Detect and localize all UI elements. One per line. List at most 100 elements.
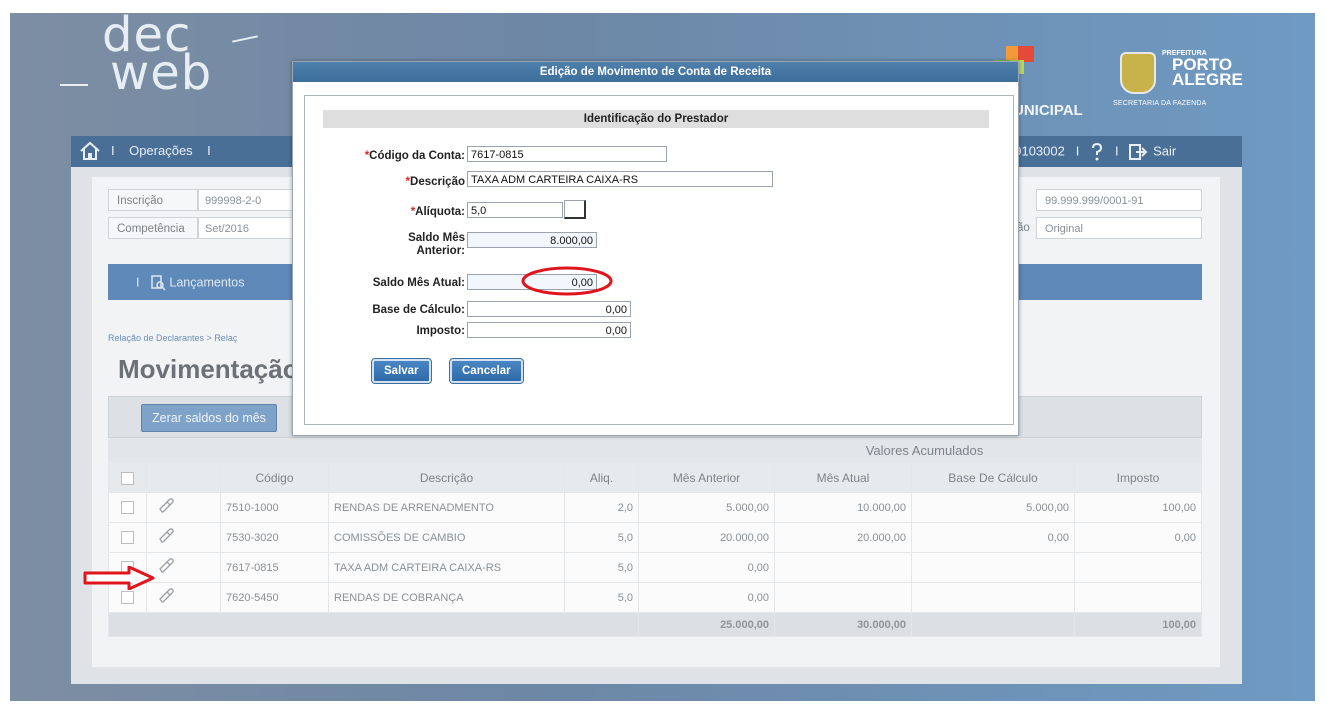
lancamentos-label: Lançamentos [169, 275, 245, 290]
help-icon[interactable] [1090, 143, 1104, 161]
edit-cell [146, 582, 221, 613]
red-circle-annotation [521, 266, 613, 296]
row-check-cell [108, 522, 147, 553]
cell-anterior: 20.000,00 [638, 522, 775, 553]
row-check-cell [108, 492, 147, 523]
edit-header [146, 462, 221, 493]
imposto-label: Imposto: [335, 325, 465, 337]
salvar-button[interactable]: Salvar [371, 358, 432, 384]
cell-imposto: 100,00 [1074, 492, 1202, 523]
breadcrumb[interactable]: Relação de Declarantes > Relaç [108, 333, 237, 343]
versao-label: ão [1017, 222, 1030, 234]
total-anterior: 25.000,00 [638, 612, 775, 637]
cell-base [911, 552, 1075, 583]
dialog-form-box: Identificação do Prestador *Código da Co… [304, 95, 1014, 425]
codigo-conta-label: *Código da Conta: [335, 150, 465, 162]
row-checkbox[interactable] [121, 591, 134, 604]
header-spacer [1074, 438, 1202, 463]
edit-icon[interactable] [157, 587, 175, 605]
cell-atual: 10.000,00 [774, 492, 912, 523]
search-document-icon [151, 275, 166, 291]
table-row: 7620-5450 RENDAS DE COBRANÇA 5,0 0,00 [108, 582, 1202, 613]
nav-right: 59103002 I I Sair [1007, 143, 1176, 161]
descricao-input[interactable]: TAXA ADM CARTEIRA CAIXA-RS [467, 171, 773, 187]
saldo-anterior-label-1: Saldo Mês [408, 232, 465, 244]
edit-cell [146, 492, 221, 523]
edit-icon[interactable] [157, 497, 175, 515]
cancelar-button[interactable]: Cancelar [449, 358, 524, 384]
edit-icon[interactable] [157, 557, 175, 575]
edit-cell [146, 522, 221, 553]
cell-imposto [1074, 582, 1202, 613]
cell-descricao: RENDAS DE COBRANÇA [328, 582, 565, 613]
inscricao-label: Inscrição [108, 189, 198, 211]
versao-value: Original [1036, 217, 1202, 239]
nav-separator: I [111, 143, 115, 158]
table-row: 7530-3020 COMISSÕES DE CAMBIO 5,0 20.000… [108, 522, 1202, 553]
base-calculo-label-text: Base de Cálculo: [372, 304, 465, 316]
competencia-label: Competência [108, 217, 198, 239]
alegre-word: ALEGRE [1172, 70, 1243, 89]
table-row: 7617-0815 TAXA ADM CARTEIRA CAIXA-RS 5,0… [108, 552, 1202, 583]
logout-icon[interactable] [1129, 143, 1149, 161]
cell-imposto [1074, 552, 1202, 583]
lancamentos-menu[interactable]: I Lançamentos [136, 275, 244, 291]
imposto-input[interactable]: 0,00 [467, 322, 631, 338]
menu-operacoes[interactable]: I Operações I [111, 143, 211, 158]
col-mes-atual[interactable]: Mês Atual [774, 462, 912, 493]
porto-alegre-logo: PREFEITURA PORTO ALEGRE SECRETARIA DA FA… [1113, 50, 1243, 122]
saldo-anterior-label: Saldo Mês Anterior: [335, 232, 465, 258]
cell-aliq: 5,0 [564, 552, 639, 583]
municipal-title: UNICIPAL [1013, 102, 1083, 119]
descricao-label: *Descrição [335, 176, 465, 188]
select-all-checkbox[interactable] [121, 471, 134, 485]
home-icon[interactable] [79, 140, 101, 162]
cell-anterior: 5.000,00 [638, 492, 775, 523]
codigo-conta-label-text: Código da Conta: [369, 150, 465, 162]
movimentacao-table: Valores Acumulados Código Descrição Aliq… [108, 438, 1202, 637]
cell-atual [774, 582, 912, 613]
cell-aliq: 2,0 [564, 492, 639, 523]
cell-base: 0,00 [911, 522, 1075, 553]
edicao-movimento-dialog: Edição de Movimento de Conta de Receita … [292, 61, 1019, 436]
logo-dash [60, 84, 88, 86]
base-calculo-label: Base de Cálculo: [335, 304, 465, 316]
secretaria-text: SECRETARIA DA FAZENDA [1113, 100, 1207, 107]
nav-separator: I [136, 275, 140, 290]
saldo-atual-label-text: Saldo Mês Atual: [372, 277, 465, 289]
dialog-title[interactable]: Edição de Movimento de Conta de Receita [293, 62, 1018, 82]
saldo-anterior-input[interactable]: 8.000,00 [467, 232, 597, 248]
base-calculo-input[interactable]: 0,00 [467, 301, 631, 317]
section-header: Identificação do Prestador [323, 110, 989, 128]
row-checkbox[interactable] [121, 501, 134, 514]
cell-atual: 20.000,00 [774, 522, 912, 553]
cell-atual [774, 552, 912, 583]
cell-descricao: TAXA ADM CARTEIRA CAIXA-RS [328, 552, 565, 583]
col-codigo[interactable]: Código [220, 462, 329, 493]
zerar-saldos-button[interactable]: Zerar saldos do mês [141, 404, 277, 432]
aliquota-input[interactable]: 5,0 [467, 202, 563, 218]
cell-codigo: 7510-1000 [220, 492, 329, 523]
header-spacer [108, 438, 775, 463]
cell-descricao: COMISSÕES DE CAMBIO [328, 522, 565, 553]
cnpj-value: 99.999.999/0001-91 [1036, 189, 1202, 211]
row-checkbox[interactable] [121, 531, 134, 544]
col-base-calculo[interactable]: Base De Cálculo [911, 462, 1075, 493]
valores-acumulados-header: Valores Acumulados [774, 438, 1075, 463]
cell-base: 5.000,00 [911, 492, 1075, 523]
aliquota-label: *Alíquota: [335, 206, 465, 218]
col-aliq[interactable]: Aliq. [564, 462, 639, 493]
cell-descricao: RENDAS DE ARRENADMENTO [328, 492, 565, 523]
cell-codigo: 7530-3020 [220, 522, 329, 553]
codigo-conta-input[interactable]: 7617-0815 [467, 146, 667, 162]
col-imposto[interactable]: Imposto [1074, 462, 1202, 493]
totals-row: 25.000,00 30.000,00 100,00 [108, 612, 1202, 637]
nav-separator: I [1115, 143, 1119, 159]
col-descricao[interactable]: Descrição [328, 462, 565, 493]
sair-link[interactable]: Sair [1153, 143, 1176, 158]
edit-icon[interactable] [157, 527, 175, 545]
col-mes-anterior[interactable]: Mês Anterior [638, 462, 775, 493]
page-title: Movimentação c [118, 354, 321, 384]
cell-base [911, 582, 1075, 613]
nav-separator: I [1075, 143, 1080, 159]
